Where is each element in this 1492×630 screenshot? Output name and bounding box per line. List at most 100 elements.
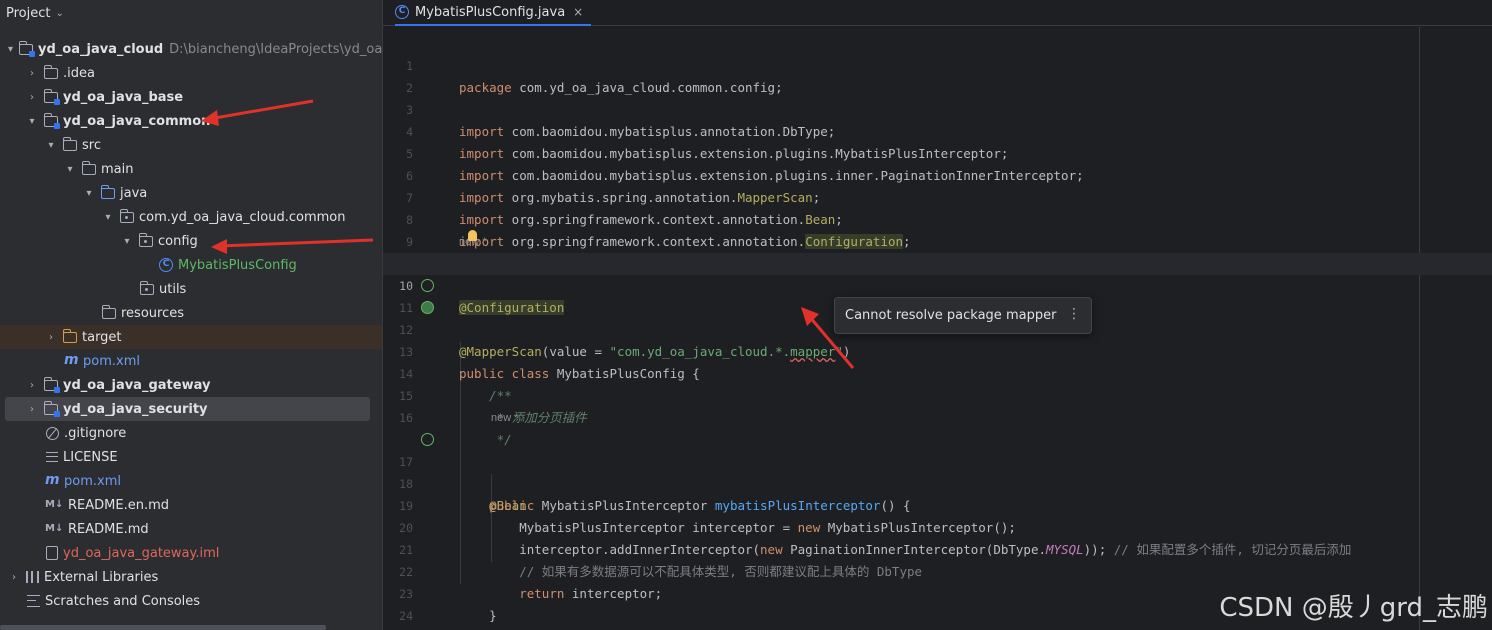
chevron-down-icon[interactable]: ⌄ xyxy=(55,8,63,19)
package-icon xyxy=(139,232,153,247)
code-line-10[interactable]: 10 @Configuration xyxy=(383,253,1492,315)
code-line-4[interactable]: 4 import com.baomidou.mybatisplus.extens… xyxy=(383,99,1492,161)
spring-bean-gutter-icon[interactable] xyxy=(421,433,434,446)
more-options-icon[interactable]: ⋮ xyxy=(1067,306,1081,322)
source-folder-icon xyxy=(101,184,115,199)
module-folder-icon xyxy=(44,400,60,417)
chevron-down-icon[interactable]: ▾ xyxy=(64,164,76,175)
tree-item-idea[interactable]: › .idea xyxy=(0,61,382,85)
chevron-right-icon[interactable]: › xyxy=(26,380,38,391)
tree-item-label: README.en.md xyxy=(68,497,169,513)
chevron-right-icon[interactable]: › xyxy=(26,68,38,79)
tree-item-package-common[interactable]: ▾ com.yd_oa_java_cloud.common xyxy=(0,205,382,229)
chevron-down-icon[interactable]: ▾ xyxy=(83,188,95,199)
code-line-5[interactable]: 5 import com.baomidou.mybatisplus.extens… xyxy=(383,121,1492,183)
folder-icon xyxy=(44,64,58,79)
code-line-18[interactable]: 18 public MybatisPlusInterceptor mybatis… xyxy=(383,451,1492,513)
chevron-right-icon[interactable]: › xyxy=(8,572,20,583)
code-line-17[interactable]: 17 @Bean xyxy=(383,429,1492,513)
chevron-down-icon[interactable]: ▾ xyxy=(26,116,38,127)
code-line-14[interactable]: 14 /** xyxy=(383,341,1492,403)
tree-item-yd-oa-java-cloud[interactable]: ▾ yd_oa_java_cloud D:\biancheng\IdeaProj… xyxy=(0,37,382,61)
maven-icon: m xyxy=(45,472,60,488)
maven-icon: m xyxy=(64,352,79,368)
tree-item-label: yd_oa_java_security xyxy=(63,401,208,417)
code-line-11[interactable]: 11 @MapperScan(value = "com.yd_oa_java_c… xyxy=(383,275,1492,359)
code-line-22[interactable]: 22 return interceptor; xyxy=(383,539,1492,601)
tree-item-common-pom[interactable]: m pom.xml xyxy=(0,349,382,373)
tree-item-resources[interactable]: resources xyxy=(0,301,382,325)
tree-item-readme[interactable]: M↓ README.md xyxy=(0,517,382,541)
code-line-1[interactable]: 1 package com.yd_oa_java_cloud.common.co… xyxy=(383,33,1492,95)
horizontal-scrollbar[interactable] xyxy=(0,625,326,630)
chevron-down-icon[interactable]: ▾ xyxy=(45,140,57,151)
text-file-icon xyxy=(46,452,58,462)
chevron-down-icon[interactable]: ▾ xyxy=(8,44,13,55)
package-icon xyxy=(140,280,154,295)
tree-item-gateway-iml[interactable]: yd_oa_java_gateway.iml xyxy=(0,541,382,565)
code-line-7[interactable]: 7 import org.springframework.context.ann… xyxy=(383,165,1492,227)
chevron-down-icon[interactable]: ▾ xyxy=(102,212,114,223)
usage-hint[interactable]: new * xyxy=(491,405,519,427)
editor-tab-bar: C MybatisPlusConfig.java × xyxy=(383,0,1492,26)
tree-item-gitignore[interactable]: .gitignore xyxy=(0,421,382,445)
tree-item-label: pom.xml xyxy=(83,353,140,369)
folder-icon xyxy=(82,160,96,175)
tree-item-label: config xyxy=(158,233,198,249)
class-icon: C xyxy=(159,258,173,272)
code-line-16[interactable]: 16 */ xyxy=(383,385,1492,447)
code-line-20[interactable]: 20 interceptor.addInnerInterceptor(new P… xyxy=(383,495,1492,557)
code-line-6[interactable]: 6 import org.mybatis.spring.annotation.M… xyxy=(383,143,1492,205)
markdown-icon: M↓ xyxy=(45,523,64,534)
spring-search-gutter-icon[interactable] xyxy=(421,279,434,292)
chevron-right-icon[interactable]: › xyxy=(26,404,38,415)
tree-item-label: target xyxy=(82,329,122,345)
tree-item-label: pom.xml xyxy=(64,473,121,489)
tree-item-java[interactable]: ▾ java xyxy=(0,181,382,205)
code-line-3[interactable]: 3 import com.baomidou.mybatisplus.annota… xyxy=(383,77,1492,139)
tree-item-yd-oa-java-common[interactable]: ▾ yd_oa_java_common xyxy=(0,109,382,133)
iml-file-icon xyxy=(46,546,58,560)
tooltip-message: Cannot resolve package mapper xyxy=(845,308,1057,323)
tree-item-label: .idea xyxy=(63,65,95,81)
tree-item-root-pom[interactable]: m pom.xml xyxy=(0,469,382,493)
code-text: import org.springframework.context.annot… xyxy=(459,234,911,249)
tree-item-license[interactable]: LICENSE xyxy=(0,445,382,469)
code-line-21[interactable]: 21 // 如果有多数据源可以不配具体类型, 否则都建议配上具体的 DbType xyxy=(383,517,1492,579)
package-icon xyxy=(120,208,134,223)
line-number: 9 xyxy=(406,235,413,249)
gitignore-icon xyxy=(46,426,59,440)
tree-item-label: utils xyxy=(159,281,187,297)
tree-item-config[interactable]: ▾ config xyxy=(0,229,382,253)
tree-item-mybatisplusconfig[interactable]: C MybatisPlusConfig xyxy=(0,253,382,277)
tree-item-src[interactable]: ▾ src xyxy=(0,133,382,157)
code-line-15[interactable]: 15 * 添加分页插件 xyxy=(383,363,1492,425)
close-icon[interactable]: × xyxy=(573,5,583,19)
lightbulb-icon[interactable] xyxy=(468,230,477,241)
tree-item-scratches[interactable]: Scratches and Consoles xyxy=(0,589,382,613)
project-title[interactable]: Project xyxy=(6,6,50,21)
tree-item-yd-oa-java-gateway[interactable]: › yd_oa_java_gateway xyxy=(0,373,382,397)
class-icon: C xyxy=(395,5,409,19)
tree-item-label: Scratches and Consoles xyxy=(45,593,201,609)
code-line-9[interactable]: 9 xyxy=(383,209,1492,249)
code-line-23[interactable]: 23 } xyxy=(383,561,1492,623)
tree-item-readme-en[interactable]: M↓ README.en.md xyxy=(0,493,382,517)
tree-item-label: yd_oa_java_gateway.iml xyxy=(63,545,220,561)
project-panel-header[interactable]: Project ⌄ xyxy=(0,0,382,26)
code-line-8[interactable]: 8 import org.springframework.context.ann… xyxy=(383,187,1492,249)
tree-item-main[interactable]: ▾ main xyxy=(0,157,382,181)
tree-item-external-libraries[interactable]: › External Libraries xyxy=(0,565,382,589)
chevron-down-icon[interactable]: ▾ xyxy=(121,236,133,247)
chevron-right-icon[interactable]: › xyxy=(45,332,57,343)
chevron-right-icon[interactable]: › xyxy=(26,92,38,103)
spring-bean-gutter-icon[interactable] xyxy=(421,301,434,314)
tree-item-yd-oa-java-security[interactable]: › yd_oa_java_security xyxy=(5,397,370,421)
tree-item-utils[interactable]: utils xyxy=(0,277,382,301)
tab-mybatisplusconfig[interactable]: C MybatisPlusConfig.java × xyxy=(395,0,592,26)
tree-item-target[interactable]: › target xyxy=(0,325,382,349)
code-line-19[interactable]: 19 MybatisPlusInterceptor interceptor = … xyxy=(383,473,1492,535)
error-tooltip[interactable]: Cannot resolve package mapper ⋮ xyxy=(834,297,1092,334)
tree-item-yd-oa-java-base[interactable]: › yd_oa_java_base xyxy=(0,85,382,109)
code-line-2[interactable]: 2 xyxy=(383,55,1492,95)
